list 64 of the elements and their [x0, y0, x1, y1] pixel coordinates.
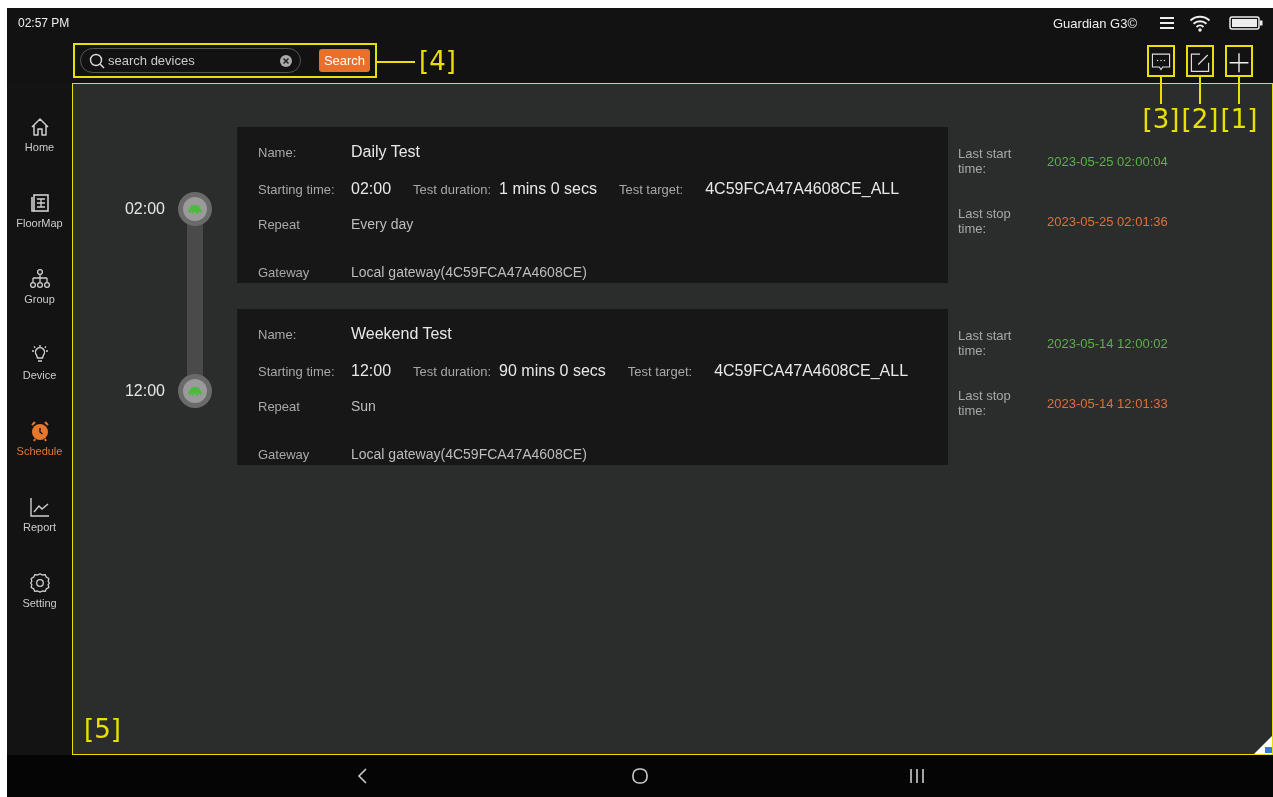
field-label: Gateway — [258, 446, 311, 462]
field-value: Sun — [351, 398, 376, 414]
sidebar-item[interactable]: Home — [7, 116, 72, 192]
stop-timestamp: 2023-05-14 12:01:33 — [1047, 395, 1168, 411]
sidebar-item[interactable]: Schedule — [7, 420, 72, 496]
callout-label: [2] — [1181, 103, 1219, 134]
field-label: Gateway — [258, 264, 311, 280]
sidebar-item[interactable]: Device — [7, 344, 72, 420]
field-label: Repeat — [258, 398, 301, 414]
callout-label: [3] — [1142, 103, 1180, 134]
field-value: 90 mins 0 secs — [499, 362, 606, 380]
chat-button[interactable] — [1147, 44, 1175, 77]
field-label: Starting time: — [258, 363, 336, 379]
field-value: 02:00 — [351, 180, 392, 198]
clear-icon[interactable] — [280, 55, 292, 67]
callout-label: [1] — [1220, 103, 1258, 134]
start-timestamp: 2023-05-25 02:00:04 — [1047, 153, 1168, 169]
schedule-card[interactable]: Name: Daily Test Starting time: 02:00 Test duration: 1 mins 0 secs Test target: 4C59FCA47A4608CE_ALL Repeat Every day Gateway Local gateway(4C59FCA47A4608CE) — [237, 127, 948, 283]
start-timestamp: 2023-05-14 12:00:02 — [1047, 335, 1168, 351]
schedule-card[interactable]: Name: Weekend Test Starting time: 12:00 Test duration: 90 mins 0 secs Test target: 4C59FCA47A4608CE_ALL Repeat Sun Gateway Local gateway(4C59FCA47A4608CE) — [237, 309, 948, 465]
field-value: Every day — [351, 216, 414, 232]
search-field[interactable]: search devices — [80, 48, 301, 73]
wifi-icon — [1189, 14, 1211, 32]
sidebar-item[interactable]: Group — [7, 268, 72, 344]
corner-handle-icon[interactable] — [1254, 736, 1272, 754]
field-label: Repeat — [258, 216, 301, 232]
add-button[interactable] — [1225, 44, 1253, 77]
schedule-name: Daily Test — [351, 143, 421, 161]
stop-timestamp: 2023-05-25 02:01:36 — [1047, 213, 1168, 229]
sidebar-item[interactable]: Report — [7, 496, 72, 572]
hierarchy-icon — [28, 268, 51, 290]
callout-label: [4] — [419, 45, 456, 76]
field-label: Name: — [258, 326, 298, 342]
field-label: Test target: — [627, 363, 693, 379]
field-label: Last start time: — [958, 328, 1013, 358]
clock-time: 02:57 PM — [18, 16, 70, 30]
field-value: 1 mins 0 secs — [499, 180, 597, 198]
schedule-name: Weekend Test — [351, 325, 452, 343]
field-value: Local gateway(4C59FCA47A4608CE) — [351, 264, 587, 280]
search-icon — [89, 53, 105, 69]
sidebar-item[interactable]: Setting — [7, 572, 72, 648]
field-value: 4C59FCA47A4608CE_ALL — [705, 180, 900, 198]
sidebar-item[interactable]: FloorMap — [7, 192, 72, 268]
edit-button[interactable] — [1186, 44, 1214, 77]
field-label: Test target: — [618, 181, 684, 197]
floor-plan-icon — [28, 192, 51, 214]
field-label: Last stop time: — [958, 206, 1012, 236]
field-label: Starting time: — [258, 181, 336, 197]
field-value: Local gateway(4C59FCA47A4608CE) — [351, 446, 587, 462]
field-label: Last stop time: — [958, 388, 1012, 418]
field-label: Test duration: — [413, 181, 492, 197]
line-chart-icon — [28, 496, 51, 518]
timeline-time: 12:00 — [123, 382, 165, 400]
field-label: Test duration: — [413, 363, 492, 379]
field-value: 4C59FCA47A4608CE_ALL — [714, 362, 909, 380]
device-name: Guardian G3© — [1053, 15, 1137, 31]
settings-icon — [28, 572, 51, 594]
field-label: Last start time: — [958, 146, 1013, 176]
field-value: 12:00 — [351, 362, 392, 380]
battery-icon — [1229, 16, 1263, 30]
field-label: Name: — [258, 144, 298, 160]
timeline-time: 02:00 — [123, 200, 165, 218]
callout-label: [5] — [84, 714, 121, 744]
menu-icon[interactable] — [1159, 16, 1175, 30]
